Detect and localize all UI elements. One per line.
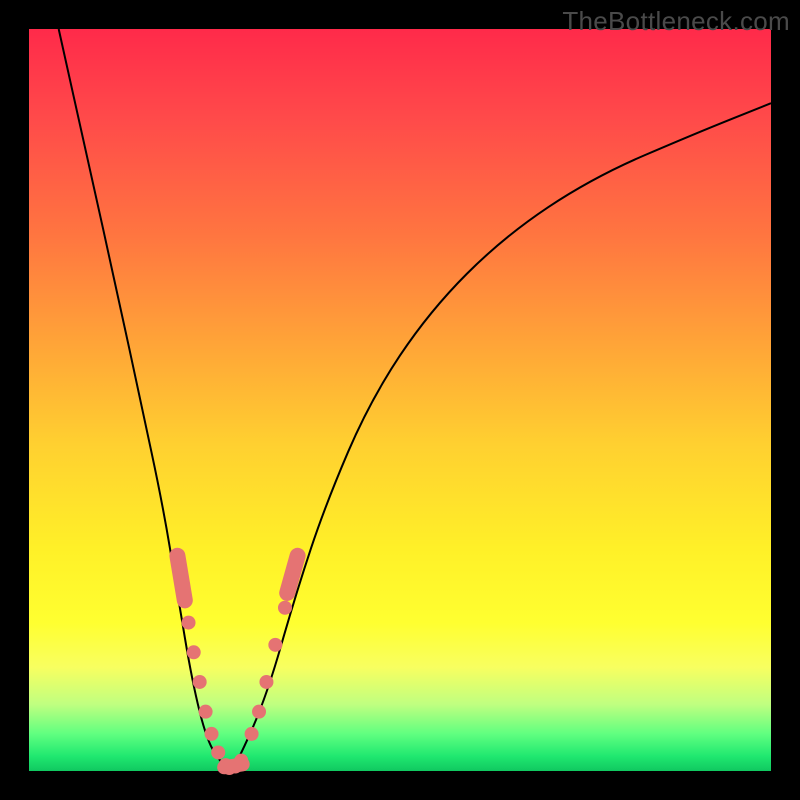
curve-marker-pill	[177, 556, 184, 601]
curve-marker-dot	[199, 705, 213, 719]
bottleneck-curve	[59, 29, 771, 769]
curve-marker-dot	[278, 601, 292, 615]
chart-svg	[29, 29, 771, 771]
curve-markers	[174, 556, 299, 775]
curve-marker-pill	[287, 556, 297, 593]
curve-marker-dot	[259, 675, 273, 689]
curve-marker-dot	[187, 645, 201, 659]
curve-marker-dot	[252, 705, 266, 719]
curve-marker-dot	[182, 616, 196, 630]
watermark-text: TheBottleneck.com	[562, 6, 790, 37]
curve-marker-dot	[193, 675, 207, 689]
curve-marker-dot	[205, 727, 219, 741]
curve-marker-dot	[211, 745, 225, 759]
curve-marker-dot	[245, 727, 259, 741]
curve-marker-dot	[268, 638, 282, 652]
curve-marker-pill	[224, 764, 243, 767]
chart-plot-area	[29, 29, 771, 771]
